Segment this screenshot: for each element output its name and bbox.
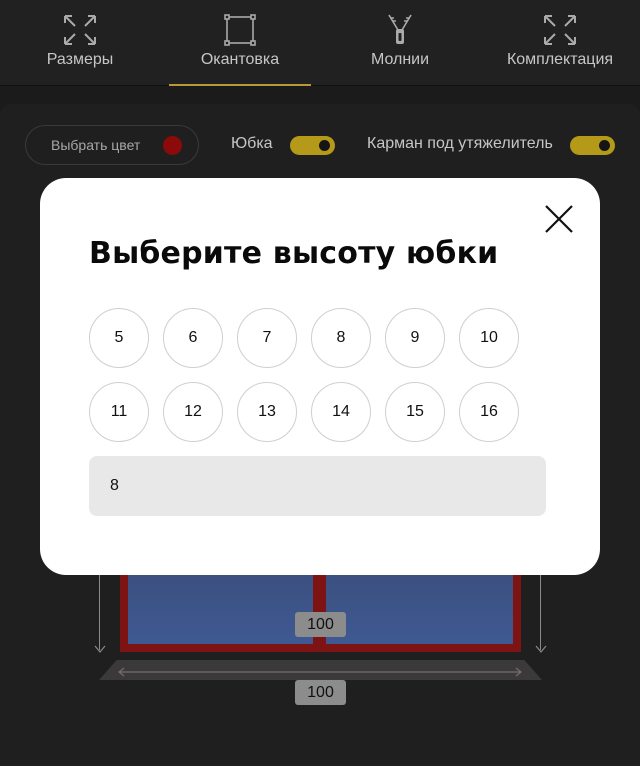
size-option[interactable]: 13 bbox=[237, 382, 297, 442]
size-option[interactable]: 15 bbox=[385, 382, 445, 442]
size-options-grid: 5 6 7 8 9 10 11 12 13 14 15 16 bbox=[89, 308, 529, 442]
skirt-height-modal: Выберите высоту юбки 5 6 7 8 9 10 11 12 … bbox=[40, 178, 600, 575]
size-option[interactable]: 6 bbox=[163, 308, 223, 368]
close-button[interactable] bbox=[544, 204, 574, 234]
size-option[interactable]: 12 bbox=[163, 382, 223, 442]
close-x-icon bbox=[545, 205, 573, 233]
size-option[interactable]: 14 bbox=[311, 382, 371, 442]
size-option[interactable]: 11 bbox=[89, 382, 149, 442]
modal-title: Выберите высоту юбки bbox=[89, 236, 499, 271]
size-option[interactable]: 10 bbox=[459, 308, 519, 368]
size-option[interactable]: 7 bbox=[237, 308, 297, 368]
size-option[interactable]: 8 bbox=[311, 308, 371, 368]
size-option[interactable]: 16 bbox=[459, 382, 519, 442]
size-option[interactable]: 9 bbox=[385, 308, 445, 368]
size-option[interactable]: 5 bbox=[89, 308, 149, 368]
height-input[interactable] bbox=[89, 456, 546, 516]
